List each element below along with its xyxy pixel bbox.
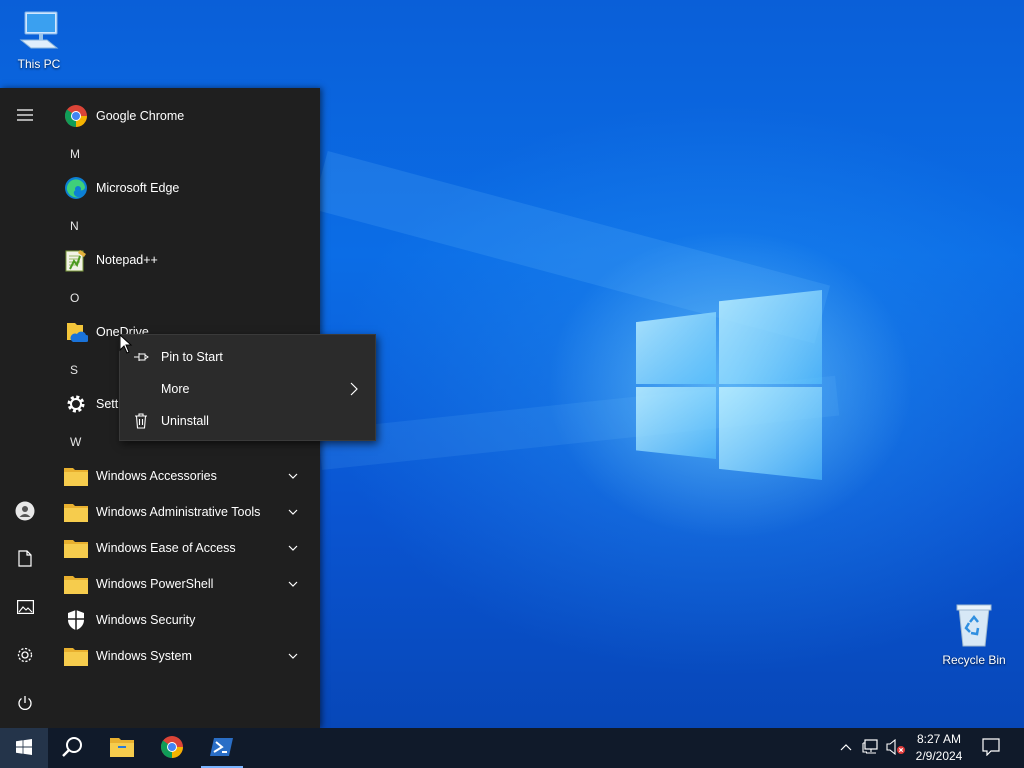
settings-gear-icon [64,392,88,416]
desktop-icon-this-pc[interactable]: This PC [1,10,77,71]
taskbar-powershell[interactable] [198,728,246,768]
start-menu-rail [0,88,50,728]
edge-icon [64,176,88,200]
chevron-down-icon[interactable] [286,577,300,591]
network-button[interactable] [861,738,881,758]
desktop-icon-label: Recycle Bin [942,653,1006,667]
app-label: Windows Administrative Tools [96,505,261,519]
action-center-icon [982,737,1000,759]
context-menu-label: More [161,382,190,396]
desktop-icon-label: This PC [17,57,61,71]
app-microsoft-edge[interactable]: Microsoft Edge [50,170,320,206]
onedrive-icon [64,320,88,344]
app-label: Microsoft Edge [96,181,180,195]
app-label: Windows Accessories [96,469,217,483]
app-label: Windows PowerShell [96,577,214,591]
wallpaper-windows-logo [636,290,822,480]
user-account-button[interactable] [0,492,50,532]
chrome-icon [64,104,88,128]
group-letter-w[interactable]: W [70,435,110,455]
action-center-button[interactable] [978,736,1004,760]
context-menu-more[interactable]: More [120,373,375,405]
folder-icon [64,500,88,524]
folder-windows-system[interactable]: Windows System [50,638,320,674]
expand-menu-button[interactable] [0,96,50,136]
chevron-right-icon [348,382,360,396]
app-notepadpp[interactable]: Notepad++ [50,242,320,278]
context-menu-label: Pin to Start [161,350,223,364]
settings-button[interactable] [0,636,50,676]
chevron-down-icon[interactable] [286,649,300,663]
folder-windows-ease-of-access[interactable]: Windows Ease of Access [50,530,320,566]
computer-icon [1,10,77,55]
taskbar-file-explorer[interactable] [98,728,146,768]
chevron-down-icon[interactable] [286,541,300,555]
settings-gear-icon [16,646,34,667]
shield-icon [64,608,88,632]
taskbar-chrome[interactable] [148,728,196,768]
taskbar-clock[interactable]: 8:27 AM 2/9/2024 [908,731,970,765]
pictures-button[interactable] [0,588,50,628]
clock-date: 2/9/2024 [915,749,963,763]
context-menu-label: Uninstall [161,414,209,428]
show-hidden-icons-button[interactable] [836,738,856,758]
app-google-chrome[interactable]: Google Chrome [50,98,320,134]
chevron-down-icon[interactable] [286,505,300,519]
user-account-icon [15,501,35,524]
group-letter-n[interactable]: N [70,219,110,239]
context-menu-pin-to-start[interactable]: Pin to Start [120,341,375,373]
clock-time: 8:27 AM [916,732,962,746]
pictures-icon [16,599,34,617]
context-menu: Pin to Start More Uninstall [119,334,376,441]
app-label: Windows System [96,649,192,663]
app-label: Windows Ease of Access [96,541,236,555]
documents-button[interactable] [0,540,50,580]
folder-windows-administrative-tools[interactable]: Windows Administrative Tools [50,494,320,530]
app-label: Windows Security [96,613,196,627]
power-icon [17,695,33,714]
app-windows-security[interactable]: Windows Security [50,602,320,638]
context-menu-uninstall[interactable]: Uninstall [120,405,375,437]
start-button[interactable] [0,728,48,768]
start-icon [16,738,32,758]
hamburger-menu-icon [17,108,33,124]
group-letter-m[interactable]: M [70,147,110,167]
chrome-icon [160,735,184,762]
documents-icon [18,550,32,570]
folder-icon [64,464,88,488]
folder-windows-powershell[interactable]: Windows PowerShell [50,566,320,602]
app-label: Notepad++ [96,253,158,267]
app-label: Setti [96,397,122,411]
desktop-icon-recycle-bin[interactable]: Recycle Bin [936,602,1012,667]
network-icon [862,738,880,758]
chevron-down-icon[interactable] [286,469,300,483]
folder-icon [64,572,88,596]
volume-button[interactable] [886,738,906,758]
volume-muted-icon [886,738,906,758]
powershell-icon [210,737,234,760]
app-label: Google Chrome [96,109,185,123]
pin-icon [132,348,150,366]
search-icon [61,736,83,761]
search-button[interactable] [48,728,96,768]
file-explorer-icon [110,737,134,760]
taskbar: 8:27 AM 2/9/2024 [0,728,1024,768]
folder-windows-accessories[interactable]: Windows Accessories [50,458,320,494]
group-letter-o[interactable]: O [70,291,110,311]
recycle-bin-icon [936,602,1012,651]
chevron-up-icon [839,741,853,755]
folder-icon [64,536,88,560]
mouse-cursor-icon [119,333,133,354]
power-button[interactable] [0,684,50,724]
group-letter-s[interactable]: S [70,363,110,383]
notepadpp-icon [64,248,88,272]
folder-icon [64,644,88,668]
trash-icon [132,412,150,430]
